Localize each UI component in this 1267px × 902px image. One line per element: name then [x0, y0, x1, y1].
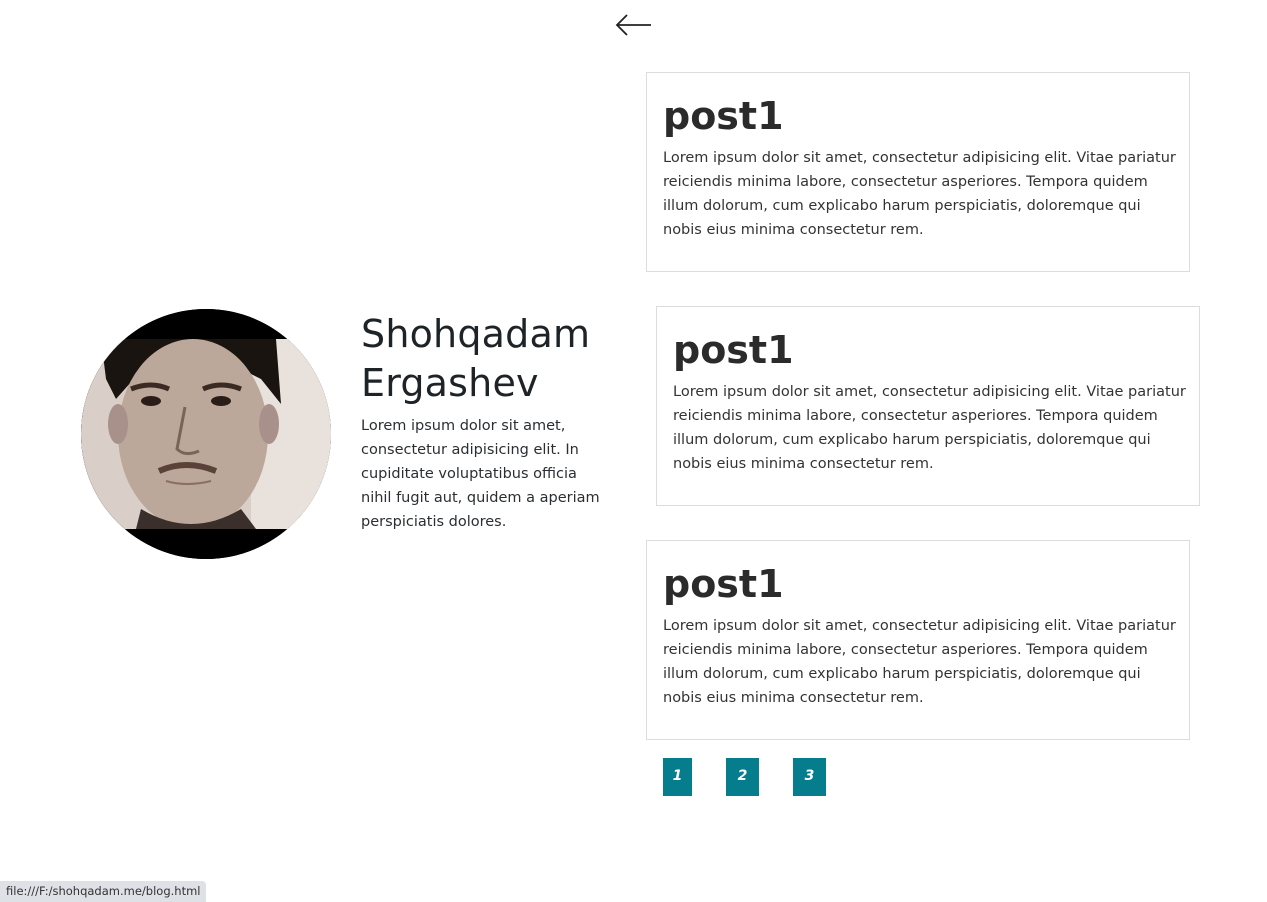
- back-button[interactable]: [614, 10, 654, 40]
- page-1-button[interactable]: 1: [663, 758, 692, 796]
- profile-photo: [81, 309, 331, 559]
- post-card[interactable]: post1 Lorem ipsum dolor sit amet, consec…: [656, 306, 1200, 506]
- post-card[interactable]: post1 Lorem ipsum dolor sit amet, consec…: [646, 72, 1190, 272]
- avatar: [81, 309, 331, 559]
- arrow-left-icon: [615, 14, 651, 36]
- profile-name: Shohqadam Ergashev: [361, 312, 591, 405]
- page-3-button[interactable]: 3: [793, 758, 826, 796]
- post-title[interactable]: post1: [663, 561, 784, 607]
- post-excerpt: Lorem ipsum dolor sit amet, consectetur …: [673, 384, 1186, 472]
- post-card[interactable]: post1 Lorem ipsum dolor sit amet, consec…: [646, 540, 1190, 740]
- status-bar-url: file:///F:/shohqadam.me/blog.html: [0, 881, 207, 902]
- post-title[interactable]: post1: [673, 327, 794, 373]
- page-2-button[interactable]: 2: [726, 758, 759, 796]
- post-excerpt: Lorem ipsum dolor sit amet, consectetur …: [663, 618, 1176, 706]
- post-title[interactable]: post1: [663, 93, 784, 139]
- profile-bio: Lorem ipsum dolor sit amet, consectetur …: [361, 418, 600, 530]
- post-excerpt: Lorem ipsum dolor sit amet, consectetur …: [663, 150, 1176, 238]
- pagination: 1 2 3: [663, 758, 863, 796]
